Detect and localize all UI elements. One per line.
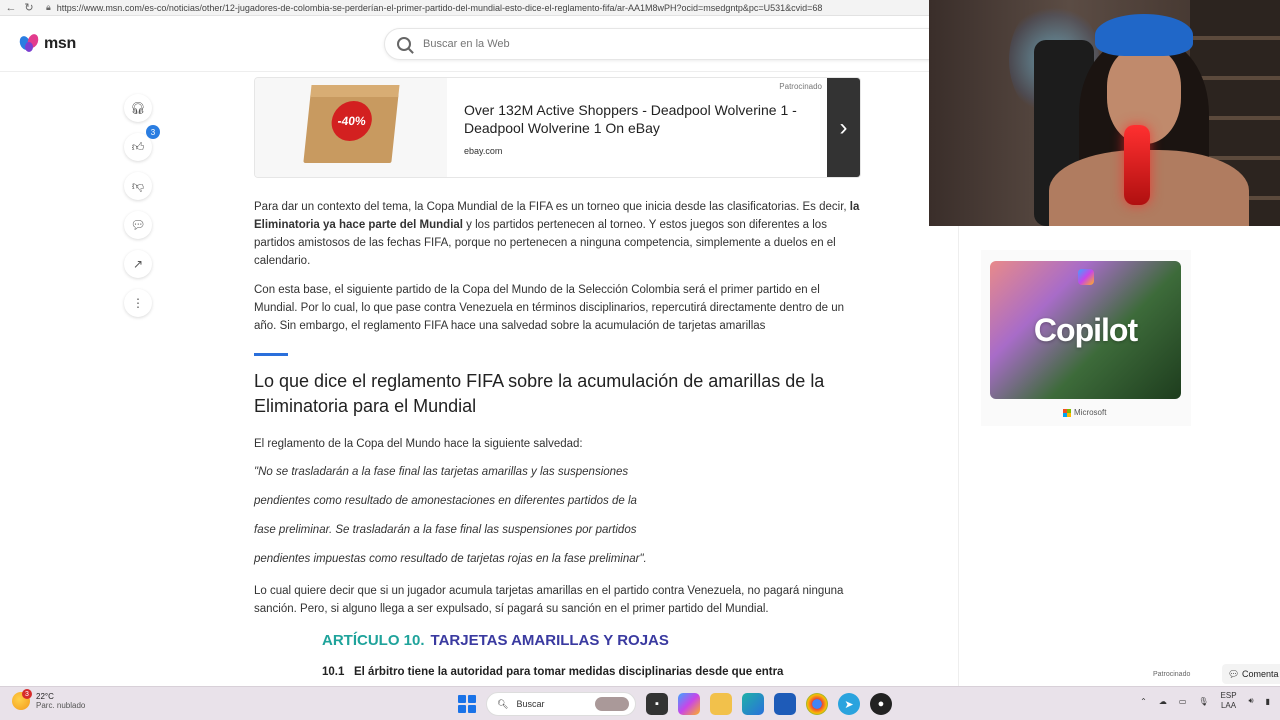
search-icon: 🔍︎ <box>497 698 509 709</box>
cardboard-box-image: -40% <box>303 93 399 163</box>
microphone-icon[interactable]: 🎙︎ <box>1198 697 1208 706</box>
taskbar-apps: 🔍︎ Buscar ▪ ➤ ● <box>458 692 892 716</box>
lock-icon: 🔒︎ <box>46 2 51 12</box>
quote-line: "No se trasladarán a la fase final las t… <box>254 466 629 478</box>
weather-widget[interactable]: 3 22°C Parc. nublado <box>12 689 86 710</box>
copilot-ad-image: Copilot <box>990 261 1181 399</box>
ad-title[interactable]: Over 132M Active Shoppers - Deadpool Wol… <box>464 101 814 137</box>
comment-icon: 💬︎ <box>1228 668 1240 679</box>
msn-header: msn <box>0 16 944 72</box>
sponsored-label: Patrocinado <box>779 82 822 91</box>
obs-app-icon[interactable]: ● <box>870 693 892 715</box>
ad-source[interactable]: ebay.com <box>464 146 502 156</box>
search-input[interactable] <box>423 38 823 50</box>
paragraph-4: Lo cual quiere decir que si un jugador a… <box>254 585 844 615</box>
quote-line: pendientes como resultado de amonestacio… <box>254 495 637 507</box>
telegram-app-icon[interactable]: ➤ <box>838 693 860 715</box>
chevron-right-icon: › <box>839 114 848 141</box>
language-indicator[interactable]: ESP LAA <box>1221 691 1237 711</box>
weather-icon: 3 <box>12 689 32 710</box>
share-button[interactable]: ↗ <box>124 250 152 278</box>
more-icon: ⋮ <box>132 296 144 310</box>
copilot-app-icon[interactable] <box>678 693 700 715</box>
copilot-ad-card[interactable]: Copilot Microsoft <box>981 250 1191 426</box>
article-action-rail: 🎧︎ 👍︎ 3 👎︎ 💬︎ ↗ ⋮ <box>124 94 160 328</box>
paragraph-1: Para dar un contexto del tema, la Copa M… <box>254 201 860 267</box>
regulation-image: ARTÍCULO 10. TARJETAS AMARILLAS Y ROJAS 1… <box>292 624 826 684</box>
temperature: 22°C <box>36 692 54 701</box>
system-tray: ⌃ ☁︎ ▭ 🎙︎ ESP LAA 🔊︎ ▮ <box>1140 691 1270 711</box>
quote-line: pendientes impuestas como resultado de t… <box>254 553 647 565</box>
comment-button[interactable]: 💬︎ <box>124 211 152 239</box>
paragraph-2: Con esta base, el siguiente partido de l… <box>254 284 845 332</box>
file-explorer-icon[interactable] <box>710 693 732 715</box>
more-options-button[interactable]: ⋮ <box>124 289 152 317</box>
weather-description: Parc. nublado <box>36 701 86 710</box>
sponsored-small-label: Patrocinado <box>1153 671 1191 678</box>
store-app-icon[interactable] <box>774 693 796 715</box>
ad-image: -40% <box>255 78 447 177</box>
article-10-1-line: 10.1 El árbitro tiene la autoridad para … <box>322 666 784 678</box>
headphones-icon: 🎧︎ <box>130 101 146 115</box>
copilot-icon <box>1078 269 1094 285</box>
url-field[interactable]: https://www.msn.com/es-co/noticias/other… <box>57 3 917 13</box>
comments-button[interactable]: 💬︎ Comenta <box>1222 664 1280 684</box>
chrome-app-icon[interactable] <box>806 693 828 715</box>
taskbar-search[interactable]: 🔍︎ Buscar <box>486 692 636 716</box>
fifa-quote: "No se trasladarán a la fase final las t… <box>254 458 861 574</box>
heading-accent-bar <box>254 353 288 356</box>
microsoft-brand: Microsoft <box>1063 408 1106 417</box>
windows-taskbar: 3 22°C Parc. nublado 🔍︎ Buscar ▪ ➤ ● ⌃ ☁… <box>0 686 1280 720</box>
copilot-word: Copilot <box>1033 311 1138 348</box>
like-count-badge: 3 <box>146 125 160 139</box>
search-icon <box>397 37 411 51</box>
thumbs-up-icon: 👍︎ <box>131 139 145 154</box>
share-icon: ↗ <box>132 257 144 271</box>
discount-ball: -40% <box>329 101 374 141</box>
section-heading: Lo que dice el reglamento FIFA sobre la … <box>254 371 825 416</box>
paragraph-3: El reglamento de la Copa del Mundo hace … <box>254 438 583 450</box>
sponsored-ad-banner[interactable]: -40% Patrocinado Over 132M Active Shoppe… <box>254 77 861 178</box>
weather-alert-badge: 3 <box>22 689 32 699</box>
dislike-button[interactable]: 👎︎ <box>124 172 152 200</box>
taskbar-search-label: Buscar <box>516 699 545 709</box>
terminal-app-icon[interactable]: ▪ <box>646 693 668 715</box>
refresh-icon[interactable]: ↻ <box>22 1 36 14</box>
search-highlight-image <box>595 697 629 711</box>
quote-line: fase preliminar. Se trasladarán a la fas… <box>254 524 637 536</box>
listen-button[interactable]: 🎧︎ <box>124 94 152 122</box>
edge-browser-icon[interactable] <box>742 693 764 715</box>
network-icon[interactable]: ▭ <box>1179 697 1187 706</box>
microsoft-logo-icon <box>1063 408 1071 417</box>
msn-logo[interactable]: msn <box>17 32 76 54</box>
streamer-bandana <box>1095 14 1193 56</box>
webcam-overlay <box>929 0 1280 226</box>
like-button[interactable]: 👍︎ 3 <box>124 125 160 161</box>
thumbs-down-icon: 👎︎ <box>131 178 145 193</box>
comment-icon: 💬︎ <box>130 218 146 232</box>
article-10-heading: ARTÍCULO 10. TARJETAS AMARILLAS Y ROJAS <box>322 632 669 649</box>
logo-text: msn <box>44 35 76 52</box>
ad-next-button[interactable]: › <box>827 78 860 177</box>
msn-butterfly-icon <box>17 32 41 54</box>
web-search-box[interactable] <box>384 28 944 60</box>
back-icon[interactable]: ← <box>4 2 18 14</box>
windows-start-icon[interactable] <box>458 695 476 713</box>
chevron-up-icon[interactable]: ⌃ <box>1140 697 1147 706</box>
battery-icon[interactable]: ▮ <box>1266 697 1270 706</box>
volume-icon[interactable]: 🔊︎ <box>1249 696 1254 706</box>
cloud-icon[interactable]: ☁︎ <box>1159 697 1167 706</box>
microphone <box>1124 125 1150 205</box>
article-body: Para dar un contexto del tema, la Copa M… <box>254 198 861 629</box>
